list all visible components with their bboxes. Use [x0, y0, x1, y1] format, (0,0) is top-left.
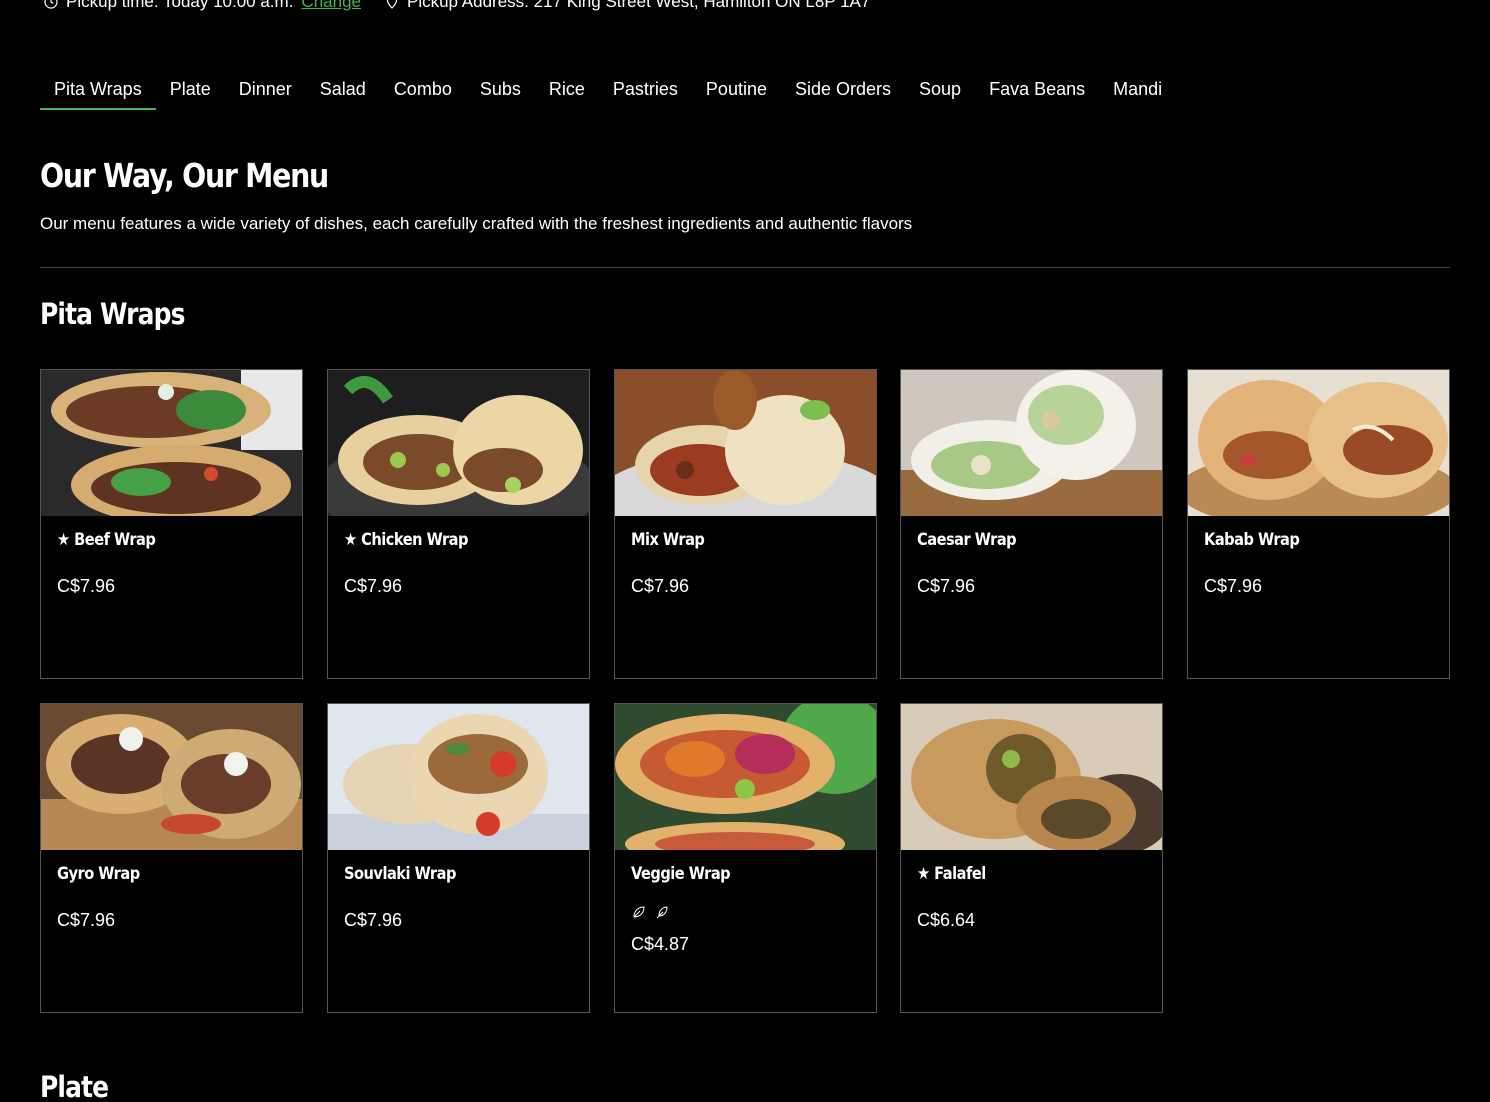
item-price: C$7.96: [57, 576, 116, 596]
item-name: Souvlaki Wrap: [344, 864, 456, 884]
pickup-time-text: Pickup time: Today 10:00 a.m.: [66, 0, 294, 11]
tab-pastries[interactable]: Pastries: [599, 70, 692, 110]
tab-fava-beans[interactable]: Fava Beans: [975, 70, 1099, 110]
item-photo: [615, 370, 876, 516]
menu-item-card[interactable]: Kabab Wrap C$7.96: [1187, 369, 1450, 679]
tab-mandi[interactable]: Mandi: [1099, 70, 1176, 110]
section-title-pita-wraps: Pita Wraps: [40, 297, 185, 331]
tab-soup[interactable]: Soup: [905, 70, 975, 110]
item-photo: [328, 704, 589, 850]
vegan-leaf-icon: [656, 906, 668, 919]
tab-plate[interactable]: Plate: [156, 70, 225, 110]
item-name: Kabab Wrap: [1204, 530, 1300, 550]
item-name: Caesar Wrap: [917, 530, 1017, 550]
item-photo: [41, 704, 302, 850]
menu-item-card[interactable]: ★ Falafel C$6.64: [900, 703, 1163, 1013]
tab-rice[interactable]: Rice: [535, 70, 599, 110]
menu-item-card[interactable]: Veggie Wrap C$4.87: [614, 703, 877, 1013]
item-price: C$7.96: [57, 910, 116, 930]
tab-side-orders[interactable]: Side Orders: [781, 70, 905, 110]
menu-item-card[interactable]: ★ Chicken Wrap C$7.96: [327, 369, 590, 679]
item-photo: [41, 370, 302, 516]
item-photo: [901, 370, 1162, 516]
page-description: Our menu features a wide variety of dish…: [40, 214, 913, 233]
pickup-address: Pickup Address: 217 King Street West, Ha…: [385, 0, 870, 12]
location-pin-icon: [386, 0, 398, 9]
vegetarian-leaf-icon: [633, 906, 645, 918]
item-price: C$4.87: [631, 934, 690, 954]
item-price: C$7.96: [917, 576, 976, 596]
menu-page: Pickup time: Today 10:00 a.m. Change Pic…: [0, 0, 1490, 1102]
tab-dinner[interactable]: Dinner: [225, 70, 306, 110]
menu-item-card[interactable]: ★ Beef Wrap C$7.96: [40, 369, 303, 679]
menu-item-card[interactable]: Gyro Wrap C$7.96: [40, 703, 303, 1013]
item-photo: [328, 370, 589, 516]
page-title: Our Way, Our Menu: [40, 156, 329, 195]
tab-combo[interactable]: Combo: [380, 70, 466, 110]
item-name: Gyro Wrap: [57, 864, 140, 884]
item-price: C$7.96: [1204, 576, 1263, 596]
change-pickup-link[interactable]: Change: [301, 0, 361, 12]
section-title-plate: Plate: [40, 1070, 109, 1102]
item-name: Veggie Wrap: [631, 864, 731, 884]
item-name: ★ Chicken Wrap: [344, 530, 468, 550]
item-price: C$7.96: [631, 576, 690, 596]
item-price: C$7.96: [344, 576, 403, 596]
tab-salad[interactable]: Salad: [306, 70, 380, 110]
item-price: C$6.64: [917, 910, 976, 930]
category-tabs: Pita Wraps Plate Dinner Salad Combo Subs…: [40, 70, 1176, 110]
item-price: C$7.96: [344, 910, 403, 930]
pickup-info-bar: Pickup time: Today 10:00 a.m. Change Pic…: [44, 0, 870, 12]
item-photo: [615, 704, 876, 850]
pickup-address-text: Pickup Address: 217 King Street West, Ha…: [406, 0, 871, 11]
tab-subs[interactable]: Subs: [466, 70, 535, 110]
menu-item-card[interactable]: Mix Wrap C$7.96: [614, 369, 877, 679]
pickup-time: Pickup time: Today 10:00 a.m. Change: [44, 0, 361, 12]
divider: [40, 267, 1450, 268]
item-photo: [1188, 370, 1449, 516]
tab-pita-wraps[interactable]: Pita Wraps: [40, 70, 156, 110]
dietary-icons: [631, 904, 671, 920]
item-name: ★ Falafel: [917, 864, 986, 884]
clock-icon: [44, 0, 58, 9]
item-name: ★ Beef Wrap: [57, 530, 156, 550]
menu-item-card[interactable]: Caesar Wrap C$7.96: [900, 369, 1163, 679]
item-photo: [901, 704, 1162, 850]
tab-poutine[interactable]: Poutine: [692, 70, 781, 110]
item-name: Mix Wrap: [631, 530, 705, 550]
menu-item-card[interactable]: Souvlaki Wrap C$7.96: [327, 703, 590, 1013]
